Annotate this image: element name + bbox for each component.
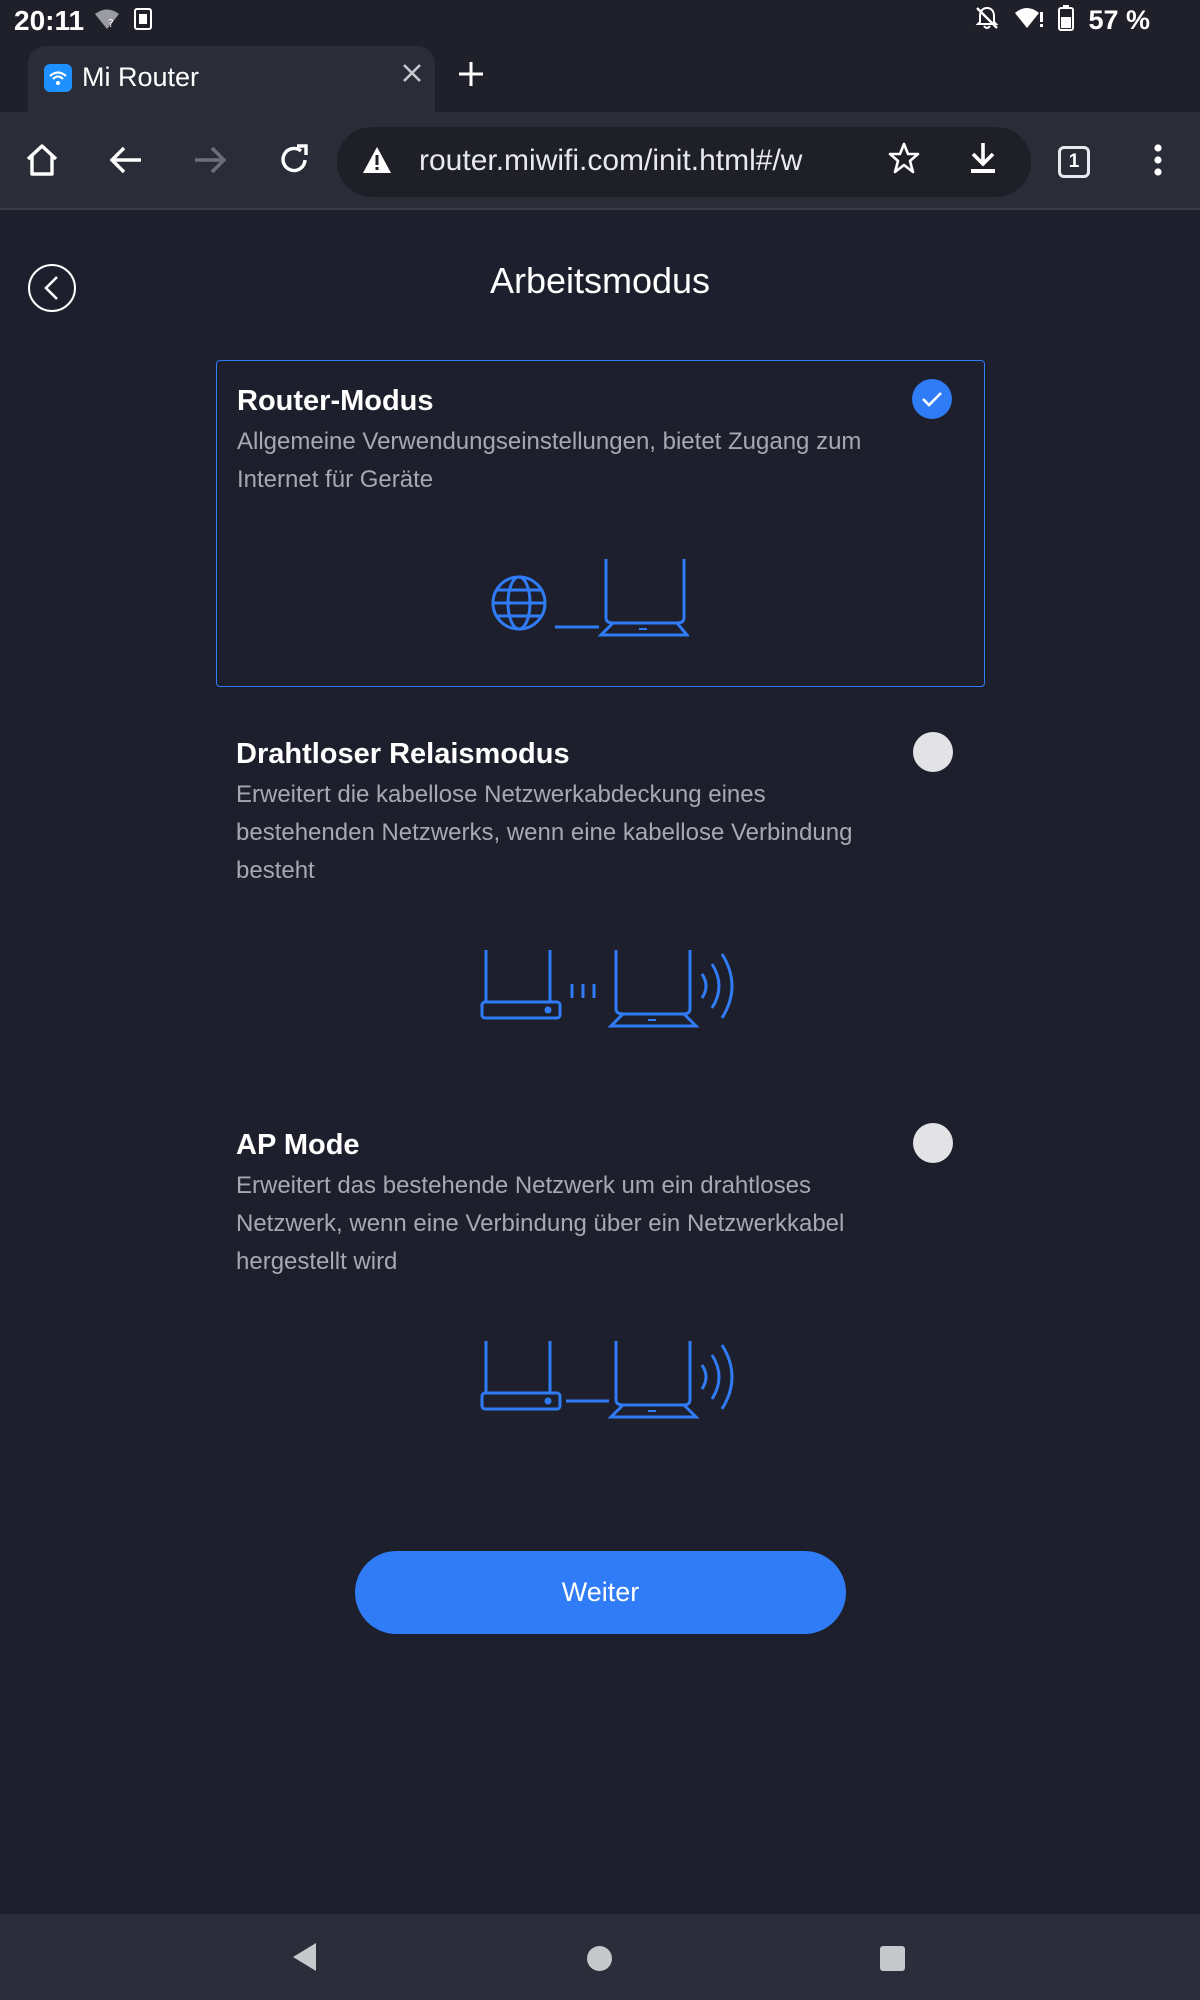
more-menu-icon[interactable] xyxy=(1134,136,1182,184)
forward-arrow-icon[interactable] xyxy=(186,136,234,184)
mode-option-ap[interactable]: AP Mode Erweitert das bestehende Netzwer… xyxy=(216,1105,985,1455)
mode-title: Drahtloser Relaismodus xyxy=(236,738,570,770)
bookmark-star-icon[interactable] xyxy=(887,141,921,180)
page-content: Arbeitsmodus Router-Modus Allgemeine Ver… xyxy=(0,212,1200,1914)
radio-unselected[interactable] xyxy=(913,1123,953,1163)
mi-router-favicon-icon xyxy=(44,64,72,92)
mode-option-wireless-relay[interactable]: Drahtloser Relaismodus Erweitert die kab… xyxy=(216,714,985,1064)
status-time: 20:11 xyxy=(14,5,85,36)
nav-recents-icon[interactable] xyxy=(880,1946,905,1971)
wifi-unknown-icon: ? xyxy=(94,8,120,35)
mode-description: Erweitert das bestehende Netzwerk um ein… xyxy=(236,1172,845,1275)
back-arrow-icon[interactable] xyxy=(102,136,150,184)
sim-card-icon xyxy=(134,8,152,35)
mode-description: Allgemeine Verwendungseinstellungen, bie… xyxy=(237,428,862,493)
mode-title: Router-Modus xyxy=(237,385,434,417)
system-navigation-bar xyxy=(0,1914,1200,2000)
wifi-signal-icon xyxy=(1014,6,1044,35)
repeater-illustration-icon xyxy=(480,948,742,1041)
tab-switcher-button[interactable]: 1 xyxy=(1058,146,1090,178)
home-icon[interactable] xyxy=(18,136,66,184)
next-button[interactable]: Weiter xyxy=(355,1551,846,1634)
address-bar[interactable]: router.miwifi.com/init.html#/w xyxy=(337,127,1031,197)
not-secure-warning-icon[interactable] xyxy=(361,145,393,180)
screen: 20:11 ? 57 % Mi Router router.miwifi.com… xyxy=(0,0,1200,2000)
globe-router-illustration-icon xyxy=(489,557,691,644)
download-icon[interactable] xyxy=(967,141,999,180)
mode-title: AP Mode xyxy=(236,1129,360,1161)
access-point-illustration-icon xyxy=(480,1339,742,1432)
svg-text:?: ? xyxy=(108,17,114,30)
browser-tab-strip: Mi Router xyxy=(0,44,1200,112)
radio-selected-checkmark-icon[interactable] xyxy=(912,379,952,419)
nav-back-icon[interactable] xyxy=(292,1942,318,1977)
page-title: Arbeitsmodus xyxy=(489,260,711,301)
battery-percentage: 57 % xyxy=(1088,5,1150,35)
nav-home-icon[interactable] xyxy=(587,1946,612,1971)
radio-unselected[interactable] xyxy=(913,732,953,772)
url-text[interactable]: router.miwifi.com/init.html#/w xyxy=(419,144,849,178)
new-tab-button[interactable] xyxy=(458,54,484,94)
battery-icon xyxy=(1058,5,1075,36)
mode-description: Erweitert die kabellose Netzwerkabdeckun… xyxy=(236,781,853,884)
browser-tab[interactable]: Mi Router xyxy=(28,46,435,112)
tab-close-icon[interactable] xyxy=(401,60,423,90)
notifications-off-icon xyxy=(974,5,1000,36)
mode-option-router[interactable]: Router-Modus Allgemeine Verwendungseinst… xyxy=(216,360,985,687)
tab-title: Mi Router xyxy=(82,62,200,92)
status-bar: 20:11 ? 57 % xyxy=(0,0,1200,44)
reload-icon[interactable] xyxy=(270,136,318,184)
browser-toolbar: router.miwifi.com/init.html#/w 1 xyxy=(0,112,1200,210)
